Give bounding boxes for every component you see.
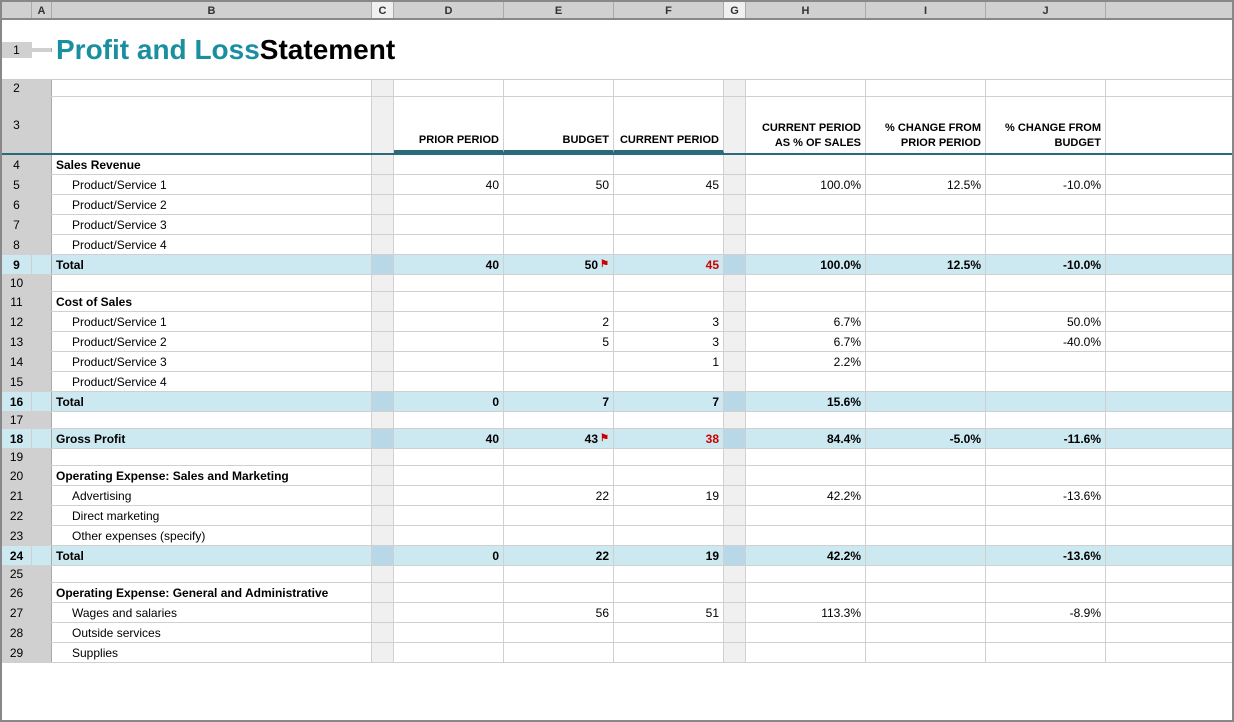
row-9: 9 Total 40 50 ⚑ 45 100.0% 12.5% -10.0% [2,255,1232,275]
rownum-1: 1 [2,42,32,58]
sr-item-1-pct-prior: 12.5% [866,175,986,194]
row-16: 16 Total 0 7 7 15.6% [2,392,1232,412]
row-17: 17 [2,412,1232,429]
sr-item-1-prior: 40 [394,175,504,194]
rownum-3: 3 [2,97,32,153]
row-22: 22 Direct marketing [2,506,1232,526]
header-current-period: CURRENT PERIOD [614,97,724,153]
row-24: 24 Total 0 22 19 42.2% -13.6% [2,546,1232,566]
row-29: 29 Supplies [2,643,1232,663]
col-header-c: C [372,2,394,18]
row-28: 28 Outside services [2,623,1232,643]
row-21: 21 Advertising 22 19 42.2% -13.6% [2,486,1232,506]
sr-total-pct-prior: 12.5% [866,255,986,274]
row-12: 12 Product/Service 1 2 3 6.7% 50.0% [2,312,1232,332]
col-header-e: E [504,2,614,18]
gross-profit-label: Gross Profit [52,429,372,448]
header-pct-change-budget: % CHANGE FROM BUDGET [986,97,1106,153]
sr-item-1-budget: 50 [504,175,614,194]
col-header-d: D [394,2,504,18]
flag-icon-gp: ⚑ [600,433,609,444]
op-gen-admin-header: Operating Expense: General and Administr… [52,583,372,602]
title-part1: Profit and Loss [56,34,260,66]
header-prior-period: PRIOR PERIOD [394,97,504,153]
op-sales-mktg-header: Operating Expense: Sales and Marketing [52,466,372,485]
row-26: 26 Operating Expense: General and Admini… [2,583,1232,603]
row-5: 5 Product/Service 1 40 50 45 100.0% 12.5… [2,175,1232,195]
row-25: 25 [2,566,1232,583]
cell-1a [32,48,52,52]
sr-item-1-current: 45 [614,175,724,194]
col-header-j: J [986,2,1106,18]
row-4: 4 Sales Revenue [2,155,1232,175]
sr-total-prior: 40 [394,255,504,274]
col-header-g: G [724,2,746,18]
row-19: 19 [2,449,1232,466]
row-3: 3 PRIOR PERIOD BUDGET CURRENT PERIOD CUR… [2,97,1232,155]
sr-total-pct-budget: -10.0% [986,255,1106,274]
col-header-b: B [52,2,372,18]
row-1: 1 Profit and Loss Statement [2,20,1232,80]
sr-total-pct-sales: 100.0% [746,255,866,274]
flag-icon-sr: ⚑ [600,259,609,270]
row-15: 15 Product/Service 4 [2,372,1232,392]
sr-item-1-pct-budget: -10.0% [986,175,1106,194]
sr-total-budget: 50 ⚑ [504,255,614,274]
col-header-h: H [746,2,866,18]
row-10: 10 [2,275,1232,292]
sr-total-current: 45 [614,255,724,274]
column-headers: A B C D E F G H I J [2,2,1232,20]
col-header-f: F [614,2,724,18]
row-7: 7 Product/Service 3 [2,215,1232,235]
row-23: 23 Other expenses (specify) [2,526,1232,546]
col-header-row [2,2,32,18]
row-18: 18 Gross Profit 40 43 ⚑ 38 84.4% -5.0% -… [2,429,1232,449]
spreadsheet: A B C D E F G H I J 1 Profit and Loss St… [0,0,1234,722]
rownum-4: 4 [2,155,32,174]
sr-item-1-pct-sales: 100.0% [746,175,866,194]
row-11: 11 Cost of Sales [2,292,1232,312]
header-budget: BUDGET [504,97,614,153]
cost-of-sales-header: Cost of Sales [52,292,372,311]
header-pct-change-prior: % CHANGE FROM PRIOR PERIOD [866,97,986,153]
row-13: 13 Product/Service 2 5 3 6.7% -40.0% [2,332,1232,352]
row-6: 6 Product/Service 2 [2,195,1232,215]
header-current-pct-sales: CURRENT PERIOD AS % OF SALES [746,97,866,153]
col-header-i: I [866,2,986,18]
row-27: 27 Wages and salaries 56 51 113.3% -8.9% [2,603,1232,623]
sr-total-label: Total [52,255,372,274]
row-2: 2 [2,80,1232,97]
row-14: 14 Product/Service 3 1 2.2% [2,352,1232,372]
rownum-2: 2 [2,80,32,96]
sales-revenue-header: Sales Revenue [52,155,372,174]
col-header-a: A [32,2,52,18]
title-part2: Statement [260,34,395,66]
row-20: 20 Operating Expense: Sales and Marketin… [2,466,1232,486]
sr-item-1-label: Product/Service 1 [52,175,372,194]
cell-1b: Profit and Loss Statement [52,32,752,68]
row-8: 8 Product/Service 4 [2,235,1232,255]
